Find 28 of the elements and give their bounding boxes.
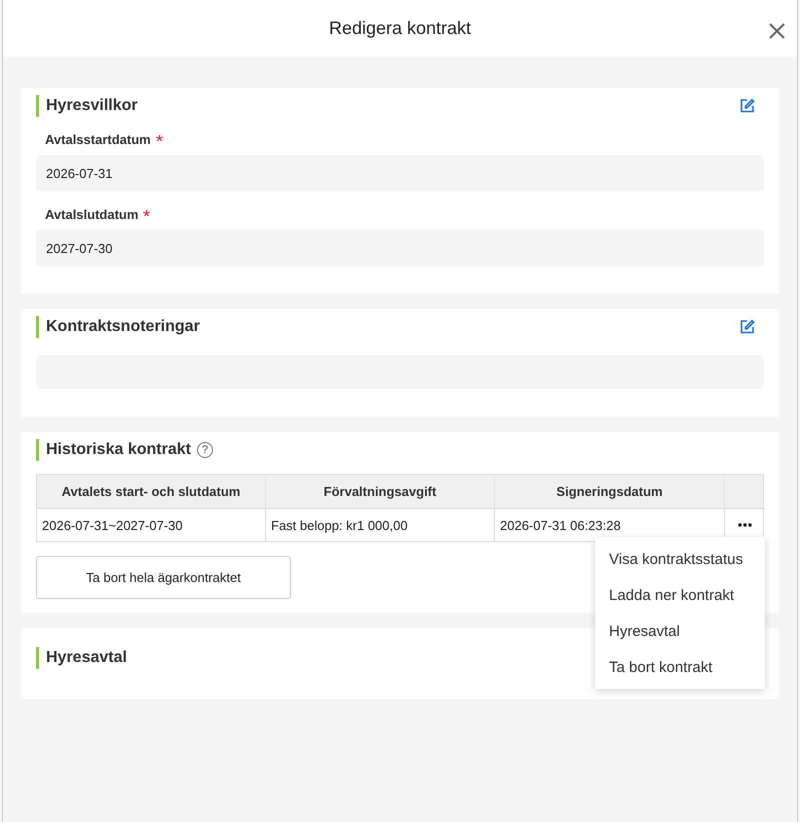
date-field[interactable]: 2027-07-30 xyxy=(36,230,764,266)
field-label: Avtalsstartdatum xyxy=(45,132,151,147)
column-header: Avtalets start- och slutdatum xyxy=(37,475,266,508)
section-title: Hyresvillkor xyxy=(46,97,138,115)
edit-icon[interactable] xyxy=(739,319,755,335)
delete-button[interactable]: Ta bort hela ägarkontraktet xyxy=(36,556,291,599)
column-header: Signeringsdatum xyxy=(495,475,725,508)
column-header: Förvaltningsavgift xyxy=(266,475,495,508)
accent-bar xyxy=(36,95,39,117)
field-label: Avtalslutdatum xyxy=(45,207,138,222)
section-title: Kontraktsnoteringar xyxy=(46,318,200,336)
table-cell: 2026-07-31~2027-07-30 xyxy=(37,508,266,541)
date-field[interactable]: 2026-07-31 xyxy=(36,155,764,191)
section-title: Historiska kontrakt xyxy=(46,441,191,459)
window-title: Redigera kontrakt xyxy=(328,18,472,39)
accent-bar xyxy=(36,316,39,338)
more-icon[interactable] xyxy=(738,523,752,527)
table-cell: Fast belopp: kr1 000,00 xyxy=(266,508,495,541)
edit-icon[interactable] xyxy=(739,98,755,114)
accent-bar xyxy=(36,439,39,461)
menu-item[interactable]: Hyresavtal xyxy=(595,613,765,649)
help-icon[interactable]: ? xyxy=(196,442,213,458)
menu-item[interactable]: Ladda ner kontrakt xyxy=(595,577,765,613)
section-title: Hyresavtal xyxy=(46,649,127,667)
menu-item[interactable]: Visa kontraktsstatus xyxy=(595,541,765,577)
accent-bar xyxy=(36,647,39,669)
menu-item[interactable]: Ta bort kontrakt xyxy=(595,649,765,685)
close-icon[interactable] xyxy=(768,22,786,40)
